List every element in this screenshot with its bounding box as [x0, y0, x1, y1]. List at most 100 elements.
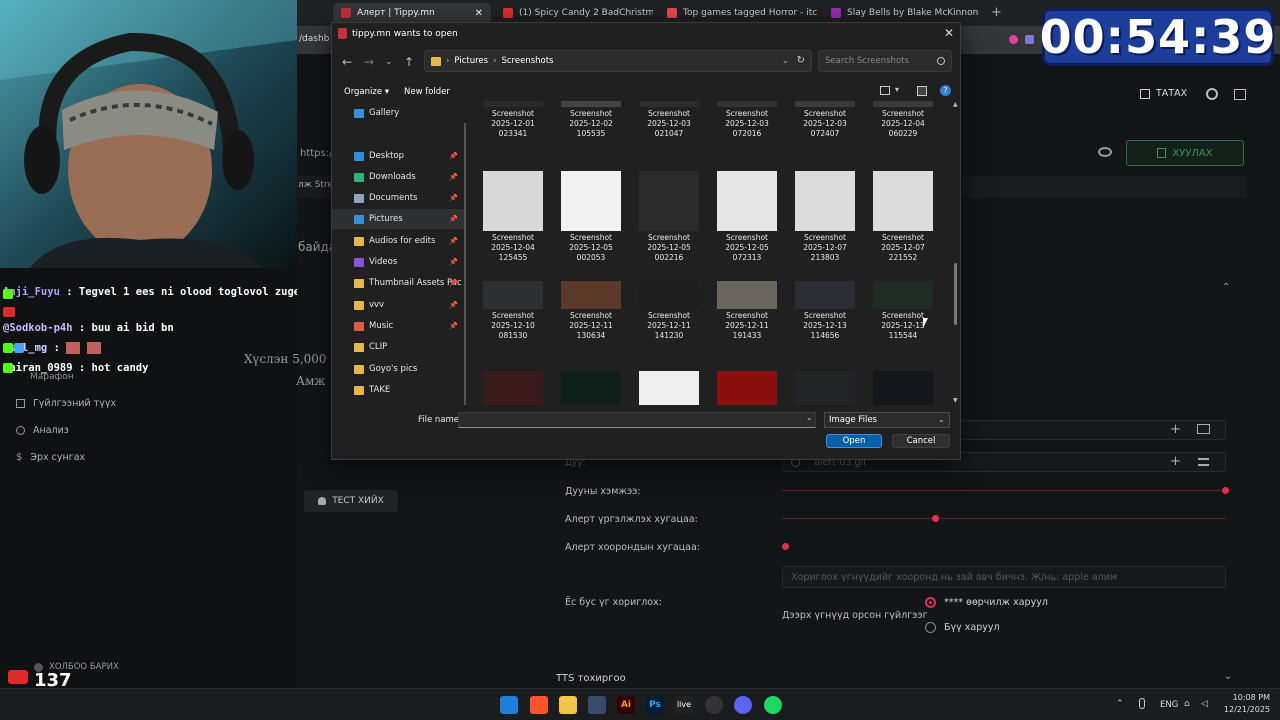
file-thumbnail[interactable]: Screenshot 2025-12-05 072313 [714, 171, 780, 263]
pin-icon[interactable]: 📌 [449, 194, 458, 202]
logout-icon[interactable] [1234, 89, 1246, 100]
alert-duration-slider[interactable] [782, 515, 1226, 522]
tab-youtube[interactable]: (1) Spicy Candy 2 BadChristmas - Fu [495, 3, 653, 23]
tts-settings-heading[interactable]: TTS тохиргоо [556, 673, 626, 684]
pin-icon[interactable]: 📌 [449, 152, 458, 160]
chevron-down-icon[interactable]: ⌄ [782, 56, 789, 66]
tab-slay-bells[interactable]: Slay Bells by Blake McKinnon Produc [823, 3, 981, 23]
file-thumbnail[interactable]: Screenshot 2025-12-13 115544 [870, 281, 936, 341]
gallery-icon[interactable] [1197, 424, 1210, 434]
file-grid-scrollbar[interactable]: ▲ ▼ [953, 101, 959, 407]
eye-off-icon[interactable] [1098, 147, 1112, 157]
nav-item-thumbnail-assets-pac[interactable]: Thumbnail Assets Pac 📌 [332, 273, 464, 293]
forward-arrow-icon[interactable]: → [364, 55, 374, 69]
organize-button[interactable]: Organize ▾ [344, 87, 389, 97]
navigation-pane-scrollbar[interactable] [464, 123, 466, 405]
file-thumbnail[interactable]: Screenshot 2025-12-11 141230 [636, 281, 702, 341]
file-thumbnail[interactable]: Screenshot 2025-12-05 002053 [558, 171, 624, 263]
view-options-icon[interactable] [880, 86, 890, 95]
file-thumbnail[interactable]: Screenshot 2025-12-07 221552 [870, 171, 936, 263]
chevron-down-icon[interactable]: ⌄ [1224, 671, 1232, 682]
start-menu-icon[interactable] [500, 696, 518, 714]
up-arrow-icon[interactable]: ↑ [404, 55, 414, 69]
nav-item-audios-for-edits[interactable]: Audios for edits 📌 [332, 231, 464, 251]
language-indicator[interactable]: ENG [1160, 700, 1178, 710]
scroll-up-icon[interactable]: ▲ [953, 101, 958, 108]
preview-pane-icon[interactable] [917, 86, 927, 96]
recent-locations-chevron-icon[interactable]: ⌄ [385, 57, 393, 67]
new-folder-button[interactable]: New folder [404, 87, 450, 97]
file-thumbnail[interactable]: Screenshot 2025-12-03 021047 [636, 101, 702, 139]
volume-slider-knob[interactable] [1222, 487, 1229, 494]
nav-item-desktop[interactable]: Desktop 📌 [332, 146, 464, 166]
nav-item-take[interactable]: TAKE [332, 380, 464, 400]
file-thumbnail[interactable]: Screenshot 2025-12-03 072407 [792, 101, 858, 139]
network-icon[interactable]: ⌂ [1184, 699, 1190, 709]
cancel-button[interactable]: Cancel [892, 434, 950, 448]
pin-icon[interactable]: 📌 [449, 279, 458, 287]
file-thumbnail[interactable] [561, 371, 621, 405]
file-thumbnail[interactable]: Screenshot 2025-12-01 023341 [480, 101, 546, 139]
breadcrumb-screenshots[interactable]: Screenshots [501, 56, 553, 66]
file-name-chevron-icon[interactable]: ⌄ [806, 413, 813, 422]
microphone-icon[interactable] [1139, 698, 1145, 709]
file-thumbnail[interactable]: Screenshot 2025-12-04 125455 [480, 171, 546, 263]
theme-toggle-icon[interactable] [1206, 88, 1218, 100]
nav-item-gallery[interactable]: Gallery [332, 103, 464, 123]
radio-checked-icon[interactable] [925, 597, 936, 608]
nav-item-goyo-s-pics[interactable]: Goyo's pics [332, 359, 464, 379]
volume-icon[interactable]: ◁ [1201, 699, 1208, 709]
add-icon[interactable]: + [1170, 422, 1181, 437]
contact-link[interactable]: ХОЛБОО БАРИХ [34, 662, 119, 672]
sidebar-item-subscription[interactable]: $ Эрх сунгах [16, 452, 85, 463]
extension-icon[interactable] [1009, 35, 1018, 44]
spotify-icon[interactable] [764, 696, 782, 714]
close-icon[interactable]: ✕ [944, 26, 954, 40]
extension-icon[interactable] [1025, 35, 1034, 44]
radio-do-not-show[interactable]: Бүү харуул [925, 622, 1000, 633]
tab-tippy[interactable]: Алерт | Tippy.mn ✕ [333, 3, 491, 23]
nav-item-downloads[interactable]: Downloads 📌 [332, 167, 464, 187]
nav-item-clip[interactable]: CLIP [332, 337, 464, 357]
alert-interval-slider-knob[interactable] [782, 543, 789, 550]
file-name-input[interactable] [458, 412, 816, 428]
pin-icon[interactable]: 📌 [449, 301, 458, 309]
volume-slider[interactable] [782, 487, 1229, 494]
url-text[interactable]: /dashb [299, 34, 329, 44]
file-thumbnail[interactable]: Screenshot 2025-12-04 060229 [870, 101, 936, 139]
pin-icon[interactable]: 📌 [449, 258, 458, 266]
sidebar-item-analysis[interactable]: Анализ [16, 425, 69, 436]
brave-browser-icon[interactable] [530, 696, 548, 714]
file-thumbnail[interactable] [873, 371, 933, 405]
new-tab-icon[interactable]: + [991, 5, 1002, 20]
clock-time[interactable]: 10:08 PM [1226, 693, 1270, 702]
photoshop-icon[interactable]: Ps [646, 696, 664, 714]
pin-icon[interactable]: 📌 [449, 215, 458, 223]
file-thumbnail[interactable] [639, 371, 699, 405]
radio-replace-stars[interactable]: **** өөрчилж харуул [925, 597, 1048, 608]
alert-interval-slider[interactable] [782, 543, 1226, 550]
file-thumbnail[interactable]: Screenshot 2025-12-02 105535 [558, 101, 624, 139]
nav-item-music[interactable]: Music 📌 [332, 316, 464, 336]
file-thumbnail[interactable]: Screenshot 2025-12-13 114656 [792, 281, 858, 341]
open-button[interactable]: Open [826, 434, 882, 448]
breadcrumb[interactable]: › Pictures › Screenshots ⌄ ↻ [424, 50, 812, 72]
view-options-chevron-icon[interactable]: ▾ [895, 85, 899, 94]
refresh-icon[interactable]: ↻ [797, 55, 805, 66]
nav-item-documents[interactable]: Documents 📌 [332, 188, 464, 208]
tab-itch[interactable]: Top games tagged Horror - itch.io [659, 3, 817, 23]
chevron-up-icon[interactable]: ⌃ [1222, 282, 1230, 293]
file-thumbnail[interactable] [717, 371, 777, 405]
discord-icon[interactable] [734, 696, 752, 714]
download-button[interactable]: ТАТАХ [1140, 88, 1187, 99]
file-thumbnail[interactable] [483, 371, 543, 405]
search-input[interactable]: Search Screenshots [818, 50, 952, 72]
breadcrumb-pictures[interactable]: Pictures [454, 56, 488, 66]
close-tab-icon[interactable]: ✕ [475, 8, 483, 19]
back-arrow-icon[interactable]: ← [342, 55, 352, 69]
list-icon[interactable] [1198, 458, 1209, 466]
file-type-select[interactable]: Image Files ⌄ [824, 412, 950, 428]
file-thumbnail[interactable]: Screenshot 2025-12-10 081530 [480, 281, 546, 341]
scrollbar-thumb[interactable] [954, 263, 957, 325]
copy-button[interactable]: ХУУЛАХ [1126, 140, 1244, 166]
